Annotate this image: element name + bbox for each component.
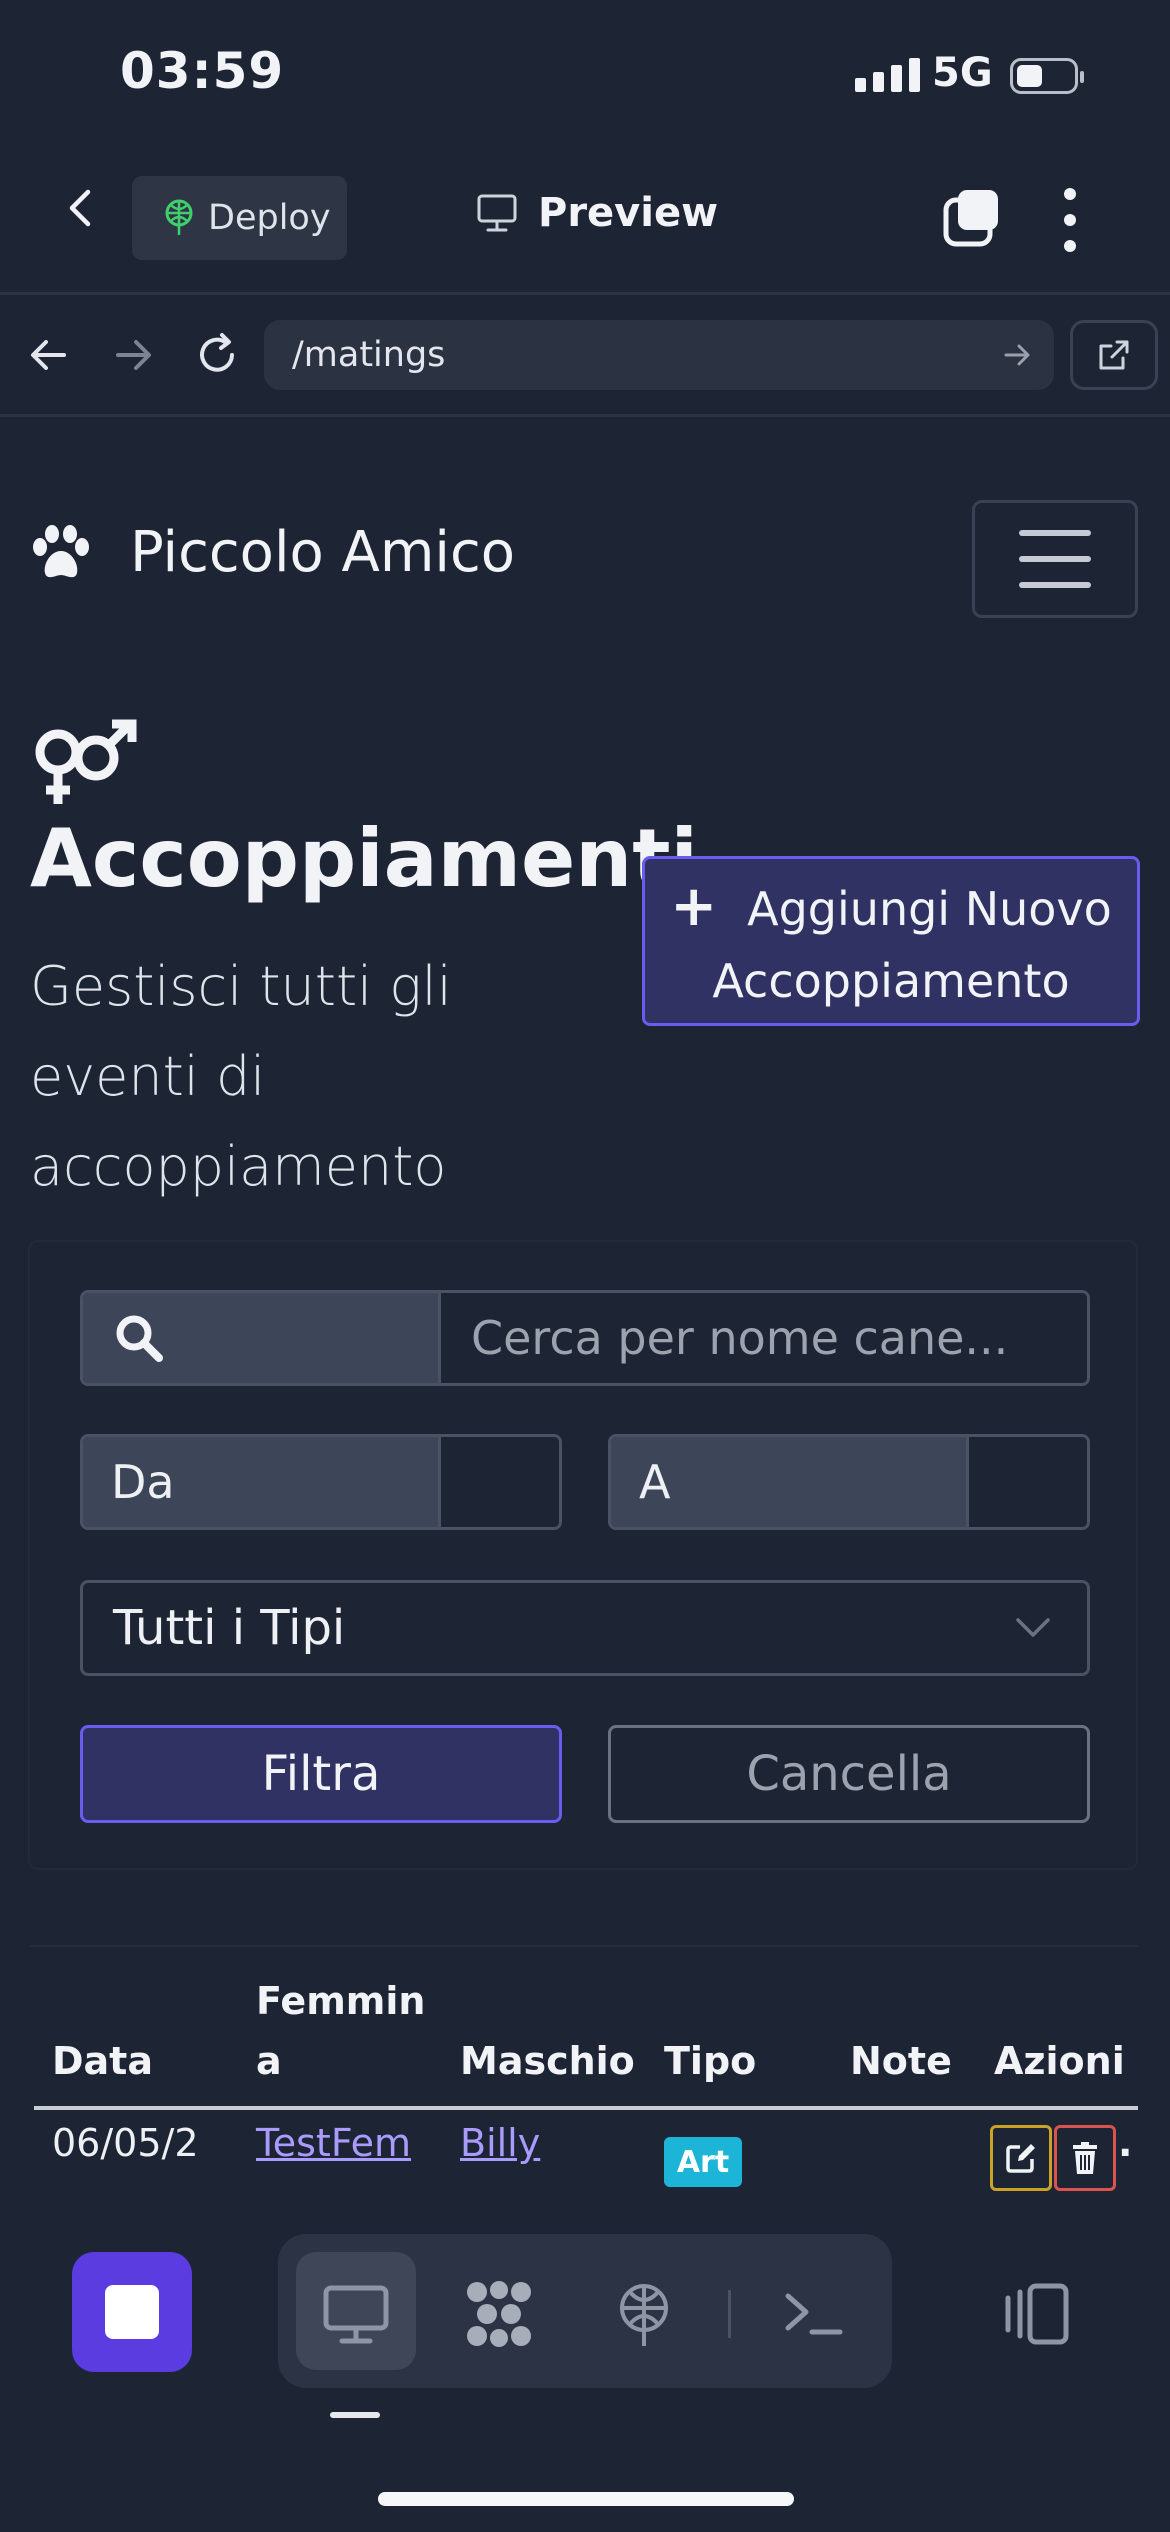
gender-icon	[35, 719, 137, 804]
preview-label: Preview	[538, 190, 719, 236]
date-from-input[interactable]	[441, 1437, 559, 1527]
reload-icon[interactable]	[192, 330, 242, 380]
date-from-label: Da	[83, 1437, 441, 1527]
page-subtitle: Gestisci tutti gli eventi di accoppiamen…	[30, 955, 452, 1198]
date-to-label: A	[611, 1437, 969, 1527]
active-tab-indicator	[330, 2412, 380, 2418]
deploy-dock-icon[interactable]	[608, 2278, 680, 2350]
monitor-icon	[477, 194, 517, 232]
plus-icon: +	[670, 874, 718, 939]
navbar-brand[interactable]: Piccolo Amico	[30, 520, 515, 585]
header-azioni: Azioni	[994, 2039, 1125, 2083]
dock-separator	[728, 2290, 731, 2338]
desktop-icon[interactable]	[320, 2278, 392, 2350]
more-icon[interactable]	[1064, 188, 1078, 252]
header-data: Data	[52, 2039, 153, 2083]
url-bar[interactable]: /matings	[264, 320, 1054, 390]
matings-table: Data Femmin a Maschio Tipo Note Azioni 0…	[30, 1945, 1138, 2192]
arrow-right-icon[interactable]	[108, 330, 158, 380]
date-from-group: Da	[80, 1434, 562, 1530]
brand-name: Piccolo Amico	[130, 520, 516, 585]
search-icon	[116, 1315, 163, 1362]
header-tipo: Tipo	[664, 2039, 757, 2083]
deploy-label: Deploy	[208, 198, 331, 238]
divider	[0, 292, 1170, 295]
edit-button[interactable]	[990, 2125, 1052, 2191]
tabs-icon[interactable]	[940, 186, 1004, 250]
header-note: Note	[850, 2039, 952, 2083]
type-select[interactable]: Tutti i Tipi	[80, 1580, 1090, 1676]
network-type: 5G	[932, 50, 993, 96]
stop-icon	[105, 2285, 159, 2339]
modules-icon[interactable]	[463, 2278, 535, 2350]
filter-button[interactable]: Filtra	[80, 1725, 562, 1823]
terminal-icon[interactable]	[778, 2278, 850, 2350]
trash-icon	[1073, 2142, 1097, 2174]
deploy-icon	[165, 199, 193, 235]
edit-icon	[1006, 2144, 1035, 2173]
search-addon	[83, 1293, 441, 1383]
add-button-line1: Aggiungi Nuovo	[747, 882, 1112, 936]
external-link-icon	[1099, 340, 1129, 370]
signal-icon	[855, 58, 920, 92]
cell-femmina-link[interactable]: TestFem	[256, 2121, 411, 2165]
header-femmina-2: a	[256, 2039, 282, 2083]
type-badge: Art	[664, 2137, 742, 2187]
deploy-button[interactable]: Deploy	[132, 176, 347, 260]
paw-icon	[33, 524, 89, 577]
header-femmina-1: Femmin	[256, 1979, 426, 2023]
navbar-toggle[interactable]	[972, 500, 1138, 618]
add-mating-button[interactable]: + Aggiungi Nuovo Accoppiamento	[642, 856, 1140, 1026]
header-divider	[34, 2106, 1138, 2110]
go-icon[interactable]	[1002, 340, 1032, 370]
home-indicator[interactable]	[378, 2492, 794, 2506]
split-view-icon[interactable]	[1000, 2278, 1072, 2350]
cell-data: 06/05/2	[52, 2121, 199, 2165]
search-input[interactable]: Cerca per nome cane...	[441, 1293, 1087, 1383]
chevron-down-icon	[1016, 1618, 1050, 1637]
external-link-button[interactable]	[1070, 320, 1158, 390]
date-to-input[interactable]	[969, 1437, 1087, 1527]
url-text: /matings	[292, 335, 446, 375]
delete-button[interactable]	[1054, 2125, 1116, 2191]
header-maschio: Maschio	[460, 2039, 635, 2083]
cell-maschio-link[interactable]: Billy	[460, 2121, 540, 2165]
stop-button[interactable]	[72, 2252, 192, 2372]
search-group: Cerca per nome cane...	[80, 1290, 1090, 1386]
status-time: 03:59	[120, 42, 285, 100]
divider	[0, 414, 1170, 417]
add-button-line2: Accoppiamento	[712, 954, 1070, 1008]
arrow-left-icon[interactable]	[24, 330, 74, 380]
cancel-button[interactable]: Cancella	[608, 1725, 1090, 1823]
page-title: Accoppiamenti	[30, 812, 698, 905]
back-icon[interactable]	[60, 188, 100, 228]
preview-tab[interactable]: Preview	[476, 190, 718, 236]
type-select-value: Tutti i Tipi	[113, 1600, 346, 1656]
date-to-group: A	[608, 1434, 1090, 1530]
battery-icon	[1010, 58, 1084, 94]
row-overflow: .	[1118, 2121, 1133, 2165]
